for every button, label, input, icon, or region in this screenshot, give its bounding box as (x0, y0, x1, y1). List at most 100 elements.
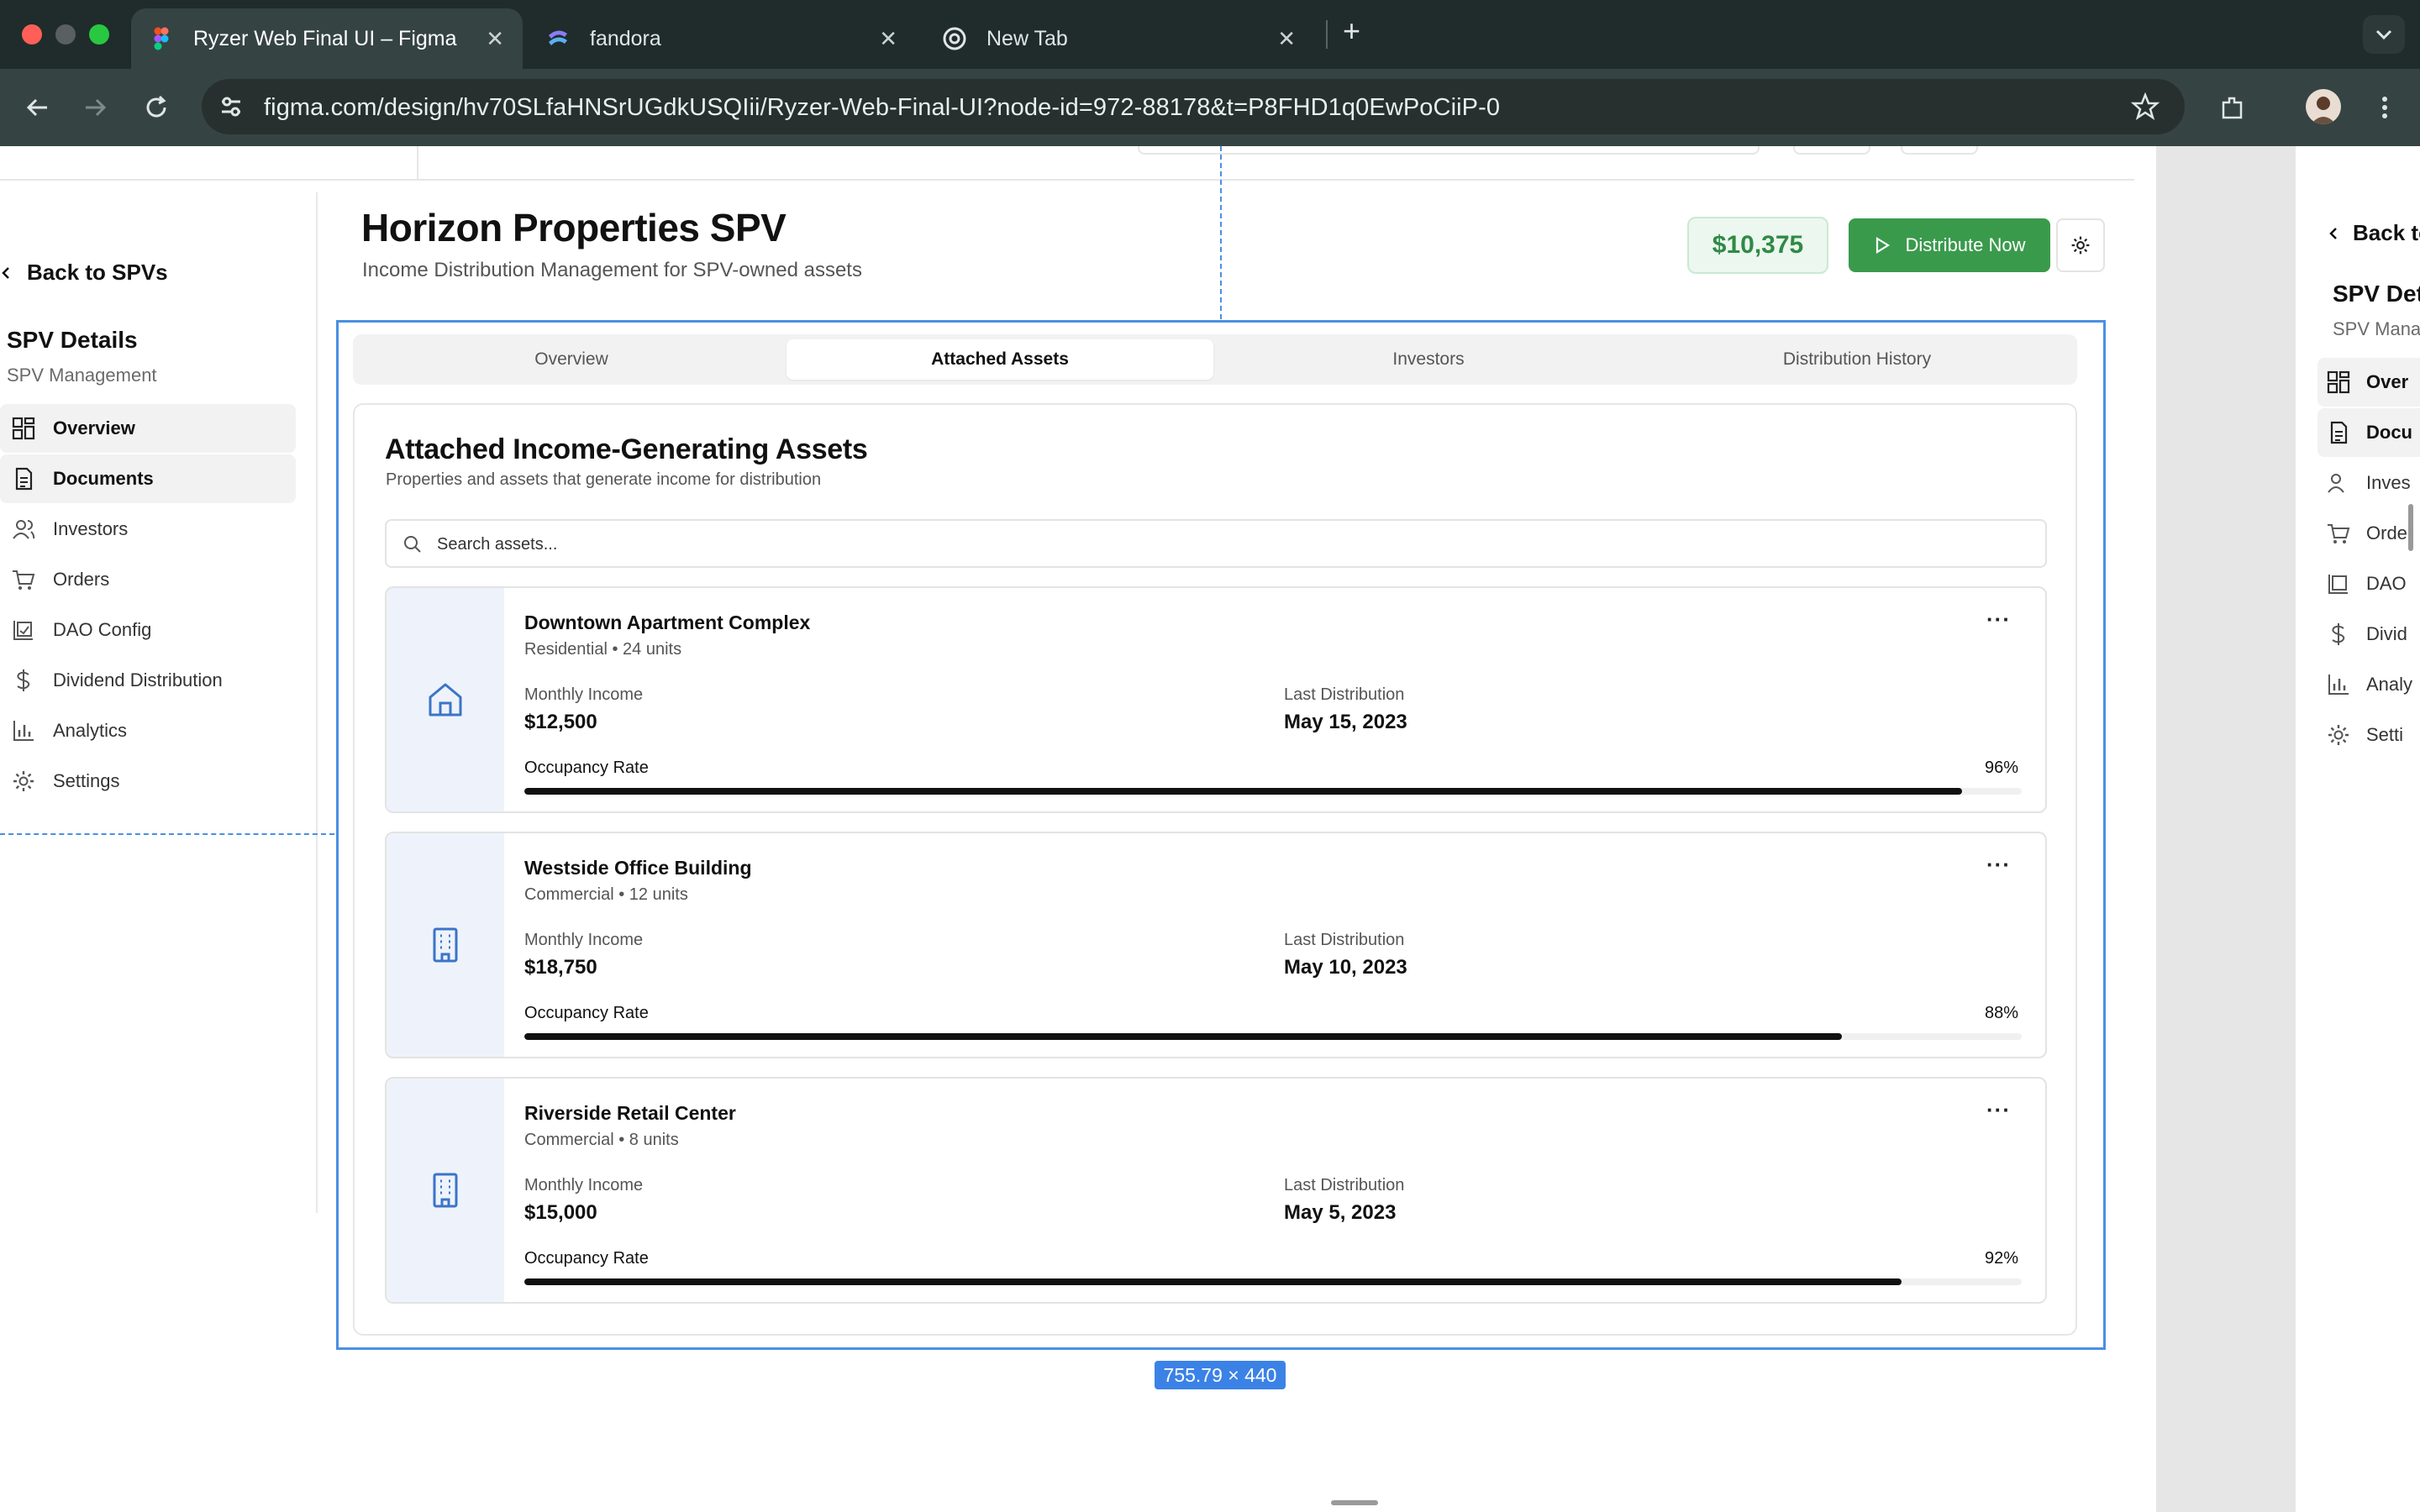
attached-assets-card: Attached Income-Generating Assets Proper… (353, 403, 2077, 1336)
site-settings-icon[interactable] (217, 92, 245, 121)
url-text: figma.com/design/hv70SLfaHNSrUGdkUSQIii/… (264, 94, 1501, 121)
occupancy-label: Occupancy Rate (524, 759, 649, 777)
browser-tab-new-tab[interactable]: New Tab ✕ (924, 8, 1314, 69)
tab-distribution-history[interactable]: Distribution History (1644, 339, 2070, 380)
sidebar-item-investors[interactable]: Investors (0, 505, 296, 554)
sidebar-item-documents[interactable]: Documents (0, 454, 296, 503)
more-options-button[interactable]: ··· (1986, 606, 2011, 633)
tab-overview[interactable]: Overview (358, 339, 785, 380)
monthly-income-value: $18,750 (524, 956, 597, 979)
sidebar-item-orders[interactable]: Orders (0, 555, 296, 604)
figma-canvas[interactable]: Back to SPVs SPV Details SPV Management … (0, 146, 2420, 1512)
profile-avatar[interactable] (2306, 89, 2341, 124)
sidebar-item-dividend-distribution[interactable]: Divid (2326, 622, 2407, 647)
sidebar-item-label: Docu (2366, 422, 2412, 443)
asset-type: Residential • 24 units (524, 640, 682, 659)
distribute-now-button[interactable]: Distribute Now (1849, 218, 2050, 272)
tab-attached-assets[interactable]: Attached Assets (786, 339, 1213, 380)
sidebar-item-overview[interactable]: Over (2326, 370, 2408, 395)
sidebar-item-dao-config[interactable]: DAO (2326, 571, 2407, 596)
sidebar-item-settings[interactable]: Settings (0, 757, 296, 806)
sidebar: Back to SPVs SPV Details SPV Management … (0, 192, 318, 1213)
extensions-icon[interactable] (2218, 92, 2249, 123)
sidebar-item-label: Overview (53, 417, 135, 438)
sidebar-item-label: DAO Config (53, 619, 152, 640)
back-arrow-icon[interactable] (22, 92, 52, 123)
available-amount-badge: $10,375 (1687, 217, 1828, 274)
window-minimize-button[interactable] (55, 24, 76, 45)
gear-icon (2328, 725, 2349, 745)
more-options-button[interactable]: ··· (1986, 852, 2011, 878)
asset-icon-panel (387, 1079, 504, 1302)
building-icon (433, 927, 458, 963)
browser-tab-fandora[interactable]: fandora ✕ (528, 8, 916, 69)
sidebar-item-documents[interactable]: Docu (2326, 420, 2412, 445)
search-box[interactable] (385, 519, 2047, 568)
next-frame-partial[interactable]: Back to SPV Det SPV Mana Over Docu Inves… (2296, 146, 2420, 1213)
monthly-income-value: $15,000 (524, 1201, 597, 1224)
last-distribution-label: Last Distribution (1284, 685, 1405, 704)
more-options-button[interactable]: ··· (1986, 1097, 2011, 1123)
back-label: Back to (2353, 220, 2420, 245)
sidebar-item-label: Dividend Distribution (53, 669, 223, 690)
bookmark-star-icon[interactable] (2131, 92, 2160, 121)
close-icon[interactable]: ✕ (879, 26, 897, 52)
window-zoom-button[interactable] (89, 24, 109, 45)
sidebar-item-label: Settings (53, 770, 120, 791)
sidebar-item-investors[interactable]: Inves (2326, 470, 2411, 496)
reload-icon[interactable] (141, 92, 171, 123)
sidebar-subtitle: SPV Management (7, 365, 157, 386)
sidebar-item-dividend-distribution[interactable]: Dividend Distribution (0, 656, 296, 705)
asset-card[interactable]: Riverside Retail Center Commercial • 8 u… (385, 1077, 2047, 1304)
section-subtitle: Properties and assets that generate inco… (386, 470, 822, 489)
prev-frame-edge (1138, 146, 1760, 155)
back-to-spvs-link[interactable]: Back to SPVs (0, 260, 168, 286)
document-icon (15, 467, 33, 491)
forward-arrow-icon[interactable] (81, 92, 111, 123)
settings-button[interactable] (2056, 218, 2105, 272)
close-icon[interactable]: ✕ (486, 26, 504, 52)
more-vert-icon[interactable] (2370, 92, 2400, 123)
tab-search-button[interactable] (2363, 15, 2405, 54)
sidebar-item-orders[interactable]: Orde (2326, 521, 2407, 546)
bar-chart-icon (2328, 675, 2349, 695)
new-tab-button[interactable]: + (1343, 13, 1360, 49)
sidebar-item-label: Inves (2366, 472, 2411, 493)
page-title: Horizon Properties SPV (361, 206, 786, 249)
chart-check-icon (2328, 575, 2348, 594)
window-close-button[interactable] (22, 24, 42, 45)
sidebar-item-label: Analytics (53, 720, 128, 741)
resize-handle[interactable] (1331, 1500, 1378, 1505)
sidebar-item-settings[interactable]: Setti (2326, 722, 2403, 748)
cart-icon (2328, 524, 2350, 543)
occupancy-progress-bar (524, 1033, 2022, 1040)
tab-divider (1326, 20, 1328, 49)
address-bar[interactable]: figma.com/design/hv70SLfaHNSrUGdkUSQIii/… (202, 79, 2185, 134)
occupancy-progress-bar (524, 1278, 2022, 1285)
close-icon[interactable]: ✕ (1277, 26, 1296, 52)
sidebar-subtitle: SPV Mana (2333, 318, 2420, 339)
back-to-spvs-link[interactable]: Back to (2328, 220, 2420, 246)
section-tabs: Overview Attached Assets Investors Distr… (353, 334, 2077, 385)
browser-tab-bar: Ryzer Web Final UI – Figma ✕ fandora ✕ N… (0, 0, 2420, 69)
asset-card[interactable]: Westside Office Building Commercial • 12… (385, 832, 2047, 1058)
gear-icon (2071, 236, 2090, 255)
sidebar-item-overview[interactable]: Overview (0, 404, 296, 453)
canvas-gap (2156, 146, 2296, 1512)
back-label: Back to SPVs (27, 260, 168, 285)
tab-investors[interactable]: Investors (1215, 339, 1642, 380)
sidebar-item-dao-config[interactable]: DAO Config (0, 606, 296, 654)
scrollbar-thumb[interactable] (2408, 504, 2413, 551)
sidebar-item-analytics[interactable]: Analytics (0, 706, 296, 755)
search-input[interactable] (435, 528, 1948, 561)
spv-frame[interactable]: Back to SPVs SPV Details SPV Management … (0, 146, 2134, 1336)
sidebar-item-analytics[interactable]: Analy (2326, 672, 2412, 697)
document-icon (2330, 421, 2348, 444)
sidebar-title: SPV Details (7, 327, 138, 353)
prev-frame-edge (1793, 146, 1870, 155)
distribute-label: Distribute Now (1905, 234, 2026, 255)
browser-tab-figma[interactable]: Ryzer Web Final UI – Figma ✕ (131, 8, 523, 69)
top-divider (0, 179, 2134, 181)
cart-icon (13, 570, 35, 590)
asset-card[interactable]: Downtown Apartment Complex Residential •… (385, 586, 2047, 813)
